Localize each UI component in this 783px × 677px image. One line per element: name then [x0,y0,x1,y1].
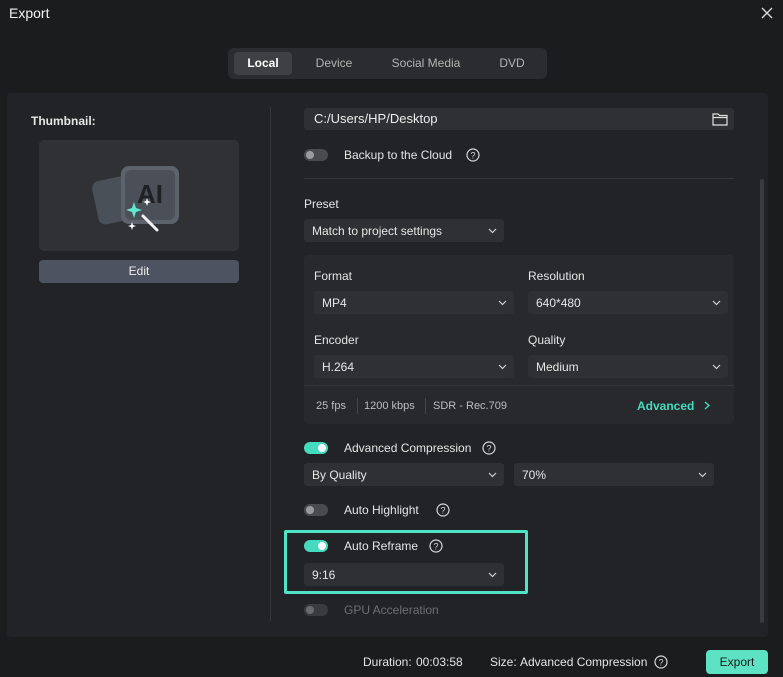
advanced-compression-toggle[interactable] [304,442,328,454]
column-divider [270,107,271,621]
format-select[interactable]: MP4 [314,291,514,314]
help-icon[interactable]: ? [466,148,480,162]
bitrate-info: 1200 kbps [364,400,415,412]
compression-mode-value: By Quality [312,468,367,482]
preset-select[interactable]: Match to project settings [304,219,504,242]
auto-highlight-label: Auto Highlight [344,503,419,517]
format-settings-box: Format Resolution MP4 640*480 Encoder Qu… [304,255,734,424]
format-value: MP4 [322,296,347,310]
svg-text:?: ? [470,151,475,161]
tab-dvd[interactable]: DVD [484,52,540,75]
svg-text:?: ? [440,506,445,516]
chevron-down-icon [498,364,507,370]
help-icon[interactable]: ? [436,503,450,517]
thumbnail-preview: AI [39,140,239,251]
export-button[interactable]: Export [706,650,768,674]
folder-icon[interactable] [712,112,728,126]
scrollbar[interactable] [760,179,764,623]
encoder-value: H.264 [322,360,355,374]
backup-cloud-toggle[interactable] [304,149,328,161]
backup-cloud-label: Backup to the Cloud [344,148,453,162]
svg-text:?: ? [658,658,663,668]
quality-select[interactable]: Medium [528,355,728,378]
section-divider [304,178,734,179]
tab-social-media[interactable]: Social Media [378,52,474,75]
compression-mode-select[interactable]: By Quality [304,463,504,486]
title-bar: Export [0,0,783,28]
gpu-acceleration-toggle[interactable] [304,604,328,616]
help-icon[interactable]: ? [654,655,668,669]
ai-image-text: AI [137,179,163,209]
quality-label: Quality [528,333,566,347]
size-label: Size: [490,655,517,669]
advanced-label: Advanced [637,399,695,413]
encoder-label: Encoder [314,333,359,347]
chevron-down-icon [488,472,497,478]
help-icon[interactable]: ? [482,441,496,455]
resolution-select[interactable]: 640*480 [528,291,728,314]
svg-text:?: ? [486,444,491,454]
advanced-compression-label: Advanced Compression [344,441,472,455]
color-space-info: SDR - Rec.709 [433,400,507,412]
preset-label: Preset [304,197,339,211]
advanced-settings-link[interactable]: Advanced [637,399,711,413]
auto-highlight-toggle[interactable] [304,504,328,516]
auto-reframe-highlight [284,530,528,594]
tab-device[interactable]: Device [304,52,364,75]
resolution-label: Resolution [528,269,585,283]
window-title: Export [9,5,50,21]
edit-thumbnail-button[interactable]: Edit [39,260,239,283]
thumbnail-label: Thumbnail: [31,114,96,128]
gpu-acceleration-label: GPU Acceleration [344,603,439,617]
export-target-tabs: Local Device Social Media DVD [228,48,547,79]
close-icon[interactable] [759,5,775,21]
quality-value: Medium [536,360,579,374]
duration-value: 00:03:58 [416,655,463,669]
chevron-down-icon [698,472,707,478]
tab-local[interactable]: Local [234,52,292,75]
resolution-value: 640*480 [536,296,581,310]
encoder-select[interactable]: H.264 [314,355,514,378]
fps-info: 25 fps [316,400,346,412]
format-divider [304,385,734,386]
compression-percent-value: 70% [522,468,547,482]
info-separator [425,398,426,414]
compression-percent-select[interactable]: 70% [514,463,714,486]
chevron-right-icon [704,401,710,410]
chevron-down-icon [488,228,497,234]
preset-value: Match to project settings [312,224,443,238]
save-path-text: C:/Users/HP/Desktop [314,111,438,126]
format-label: Format [314,269,353,283]
chevron-down-icon [498,300,507,306]
info-separator [357,398,358,414]
chevron-down-icon [712,300,721,306]
size-value: Advanced Compression [520,655,648,669]
ai-image-icon: AI [92,166,179,232]
chevron-down-icon [712,364,721,370]
duration-label: Duration: [363,655,412,669]
save-path-field[interactable]: C:/Users/HP/Desktop [304,108,734,130]
